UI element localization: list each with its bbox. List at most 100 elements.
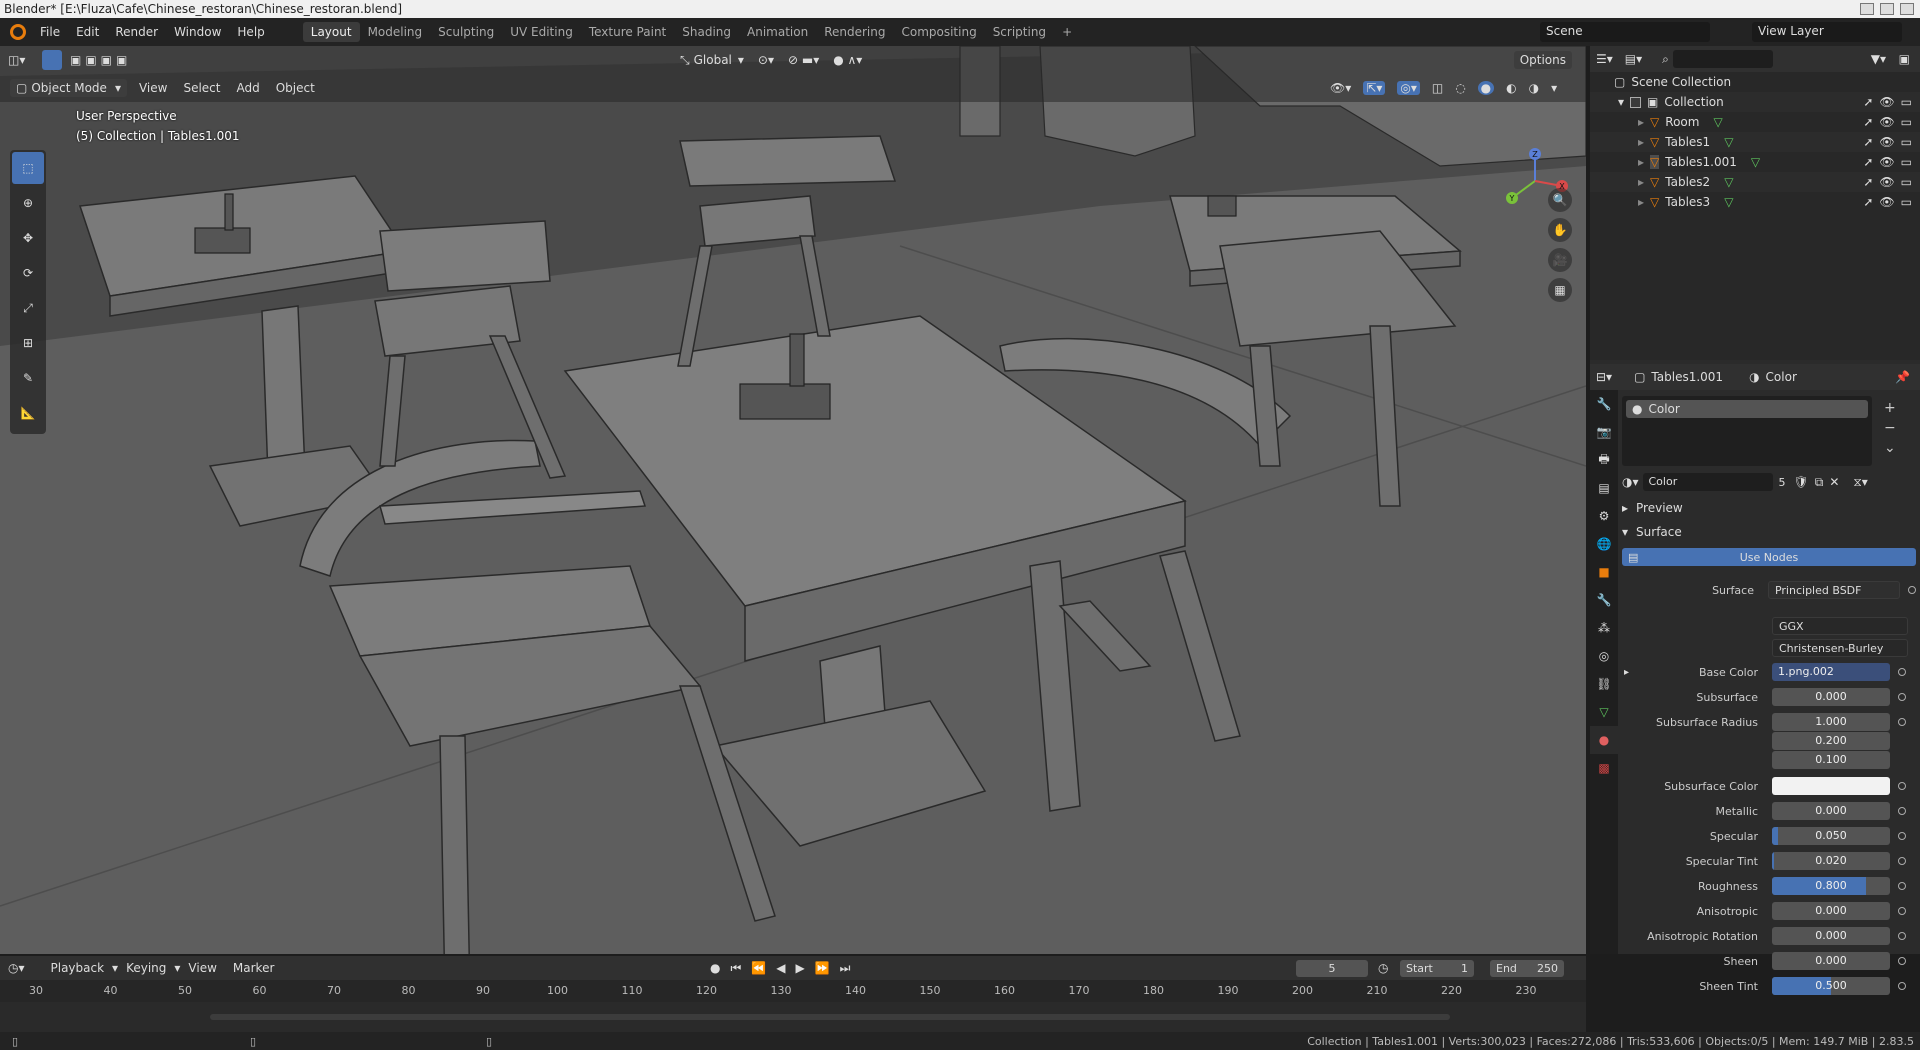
socket-dot-icon[interactable]: [1898, 693, 1906, 701]
timeline-scrollbar[interactable]: [210, 1014, 1450, 1020]
texture-tab-icon[interactable]: ▩: [1590, 754, 1618, 782]
render-tab-icon[interactable]: 📷: [1590, 418, 1618, 446]
tool-tab-icon[interactable]: 🔧: [1590, 390, 1618, 418]
socket-dot-icon[interactable]: [1898, 807, 1906, 815]
blender-logo-icon[interactable]: [10, 24, 26, 40]
shader-value-field[interactable]: 0.020: [1772, 852, 1890, 870]
material-browse-icon[interactable]: ◑▾: [1622, 475, 1639, 489]
unlink-material-icon[interactable]: ✕: [1829, 475, 1839, 489]
shader-value-field[interactable]: 0.000: [1772, 902, 1890, 920]
play-icon[interactable]: ▶: [795, 961, 804, 976]
tab-uv-editing[interactable]: UV Editing: [502, 22, 581, 42]
expand-arrow-icon[interactable]: ▸: [1638, 195, 1644, 209]
3d-viewport[interactable]: ◫▾ ▣▣▣▣ ⤡ Global ▾ ⊙▾ ⊘ ▬▾ ● ∧▾ Options …: [0, 46, 1586, 954]
minimize-button[interactable]: [1860, 3, 1874, 15]
shader-value-field[interactable]: 1.000: [1772, 713, 1890, 731]
camera-icon[interactable]: ▭: [1901, 175, 1912, 189]
menu-file[interactable]: File: [32, 25, 68, 39]
preview-panel-header[interactable]: ▸ Preview: [1622, 498, 1683, 518]
use-nodes-button[interactable]: ▤ Use Nodes: [1622, 548, 1916, 566]
play-reverse-icon[interactable]: ◀: [776, 961, 785, 976]
menu-view[interactable]: View: [131, 81, 175, 95]
eye-icon[interactable]: 👁: [1879, 95, 1894, 109]
wireframe-shading-icon[interactable]: ◌: [1455, 81, 1465, 95]
annotate-tool-icon[interactable]: ✎: [12, 362, 44, 394]
material-tab-icon[interactable]: ●: [1590, 726, 1618, 754]
filter-icon[interactable]: ▼▾: [1871, 52, 1886, 66]
select-arrow-icon[interactable]: ➚: [1863, 155, 1873, 169]
rotate-tool-icon[interactable]: ⟳: [12, 257, 44, 289]
socket-dot-icon[interactable]: [1898, 882, 1906, 890]
view-layer-tab-icon[interactable]: ▤: [1590, 474, 1618, 502]
selection-mode-icons[interactable]: ▣▣▣▣: [70, 53, 131, 67]
eye-icon[interactable]: 👁: [1879, 135, 1894, 149]
outliner-item-tables2[interactable]: ▸ ▽ Tables2 ▽ ➚ 👁 ▭: [1590, 172, 1920, 192]
display-mode-icon[interactable]: ▤▾: [1625, 52, 1642, 66]
menu-marker[interactable]: Marker: [225, 961, 282, 975]
eye-icon[interactable]: 👁: [1879, 115, 1894, 129]
camera-view-icon[interactable]: 🎥: [1548, 248, 1572, 272]
menu-select[interactable]: Select: [175, 81, 228, 95]
socket-dot-icon[interactable]: [1898, 668, 1906, 676]
outliner-item-room[interactable]: ▸ ▽ Room ▽ ➚ 👁 ▭: [1590, 112, 1920, 132]
editor-type-icon[interactable]: ◫▾: [8, 53, 34, 67]
transform-orientation-dropdown[interactable]: Global: [694, 53, 732, 67]
mode-dropdown[interactable]: ▢ Object Mode ▾: [10, 79, 127, 97]
duplicate-material-icon[interactable]: ⧉: [1815, 475, 1824, 490]
clock-icon[interactable]: ◷: [1378, 961, 1388, 975]
shader-value-field[interactable]: 0.100: [1772, 751, 1890, 769]
shader-value-field[interactable]: 0.000: [1772, 927, 1890, 945]
view-layer-selector[interactable]: View Layer: [1752, 22, 1902, 42]
gizmo-icon[interactable]: ⇱▾: [1363, 81, 1386, 95]
expand-arrow-icon[interactable]: ▸: [1638, 115, 1644, 129]
world-tab-icon[interactable]: 🌐: [1590, 530, 1618, 558]
menu-keying[interactable]: Keying: [118, 961, 174, 975]
menu-object[interactable]: Object: [268, 81, 323, 95]
node-link-icon[interactable]: ⧖▾: [1853, 475, 1867, 490]
socket-dot-icon[interactable]: [1898, 907, 1906, 915]
physics-tab-icon[interactable]: ◎: [1590, 642, 1618, 670]
shader-value-field[interactable]: 0.000: [1772, 688, 1890, 706]
next-keyframe-icon[interactable]: ⏩: [815, 961, 830, 976]
tab-rendering[interactable]: Rendering: [816, 22, 893, 42]
options-button[interactable]: Options: [1513, 51, 1572, 69]
menu-timeline-view[interactable]: View: [180, 961, 224, 975]
socket-dot-icon[interactable]: [1898, 932, 1906, 940]
socket-dot-icon[interactable]: [1898, 957, 1906, 965]
shading-options-icon[interactable]: ▾: [1551, 81, 1557, 95]
menu-help[interactable]: Help: [229, 25, 272, 39]
material-users-count[interactable]: 5: [1779, 476, 1786, 489]
tab-compositing[interactable]: Compositing: [893, 22, 984, 42]
shader-value-field[interactable]: 0.050: [1772, 827, 1890, 845]
shader-value-field[interactable]: 0.200: [1772, 732, 1890, 750]
camera-icon[interactable]: ▭: [1901, 95, 1912, 109]
maximize-button[interactable]: [1880, 3, 1894, 15]
subsurface-color-swatch[interactable]: [1772, 777, 1890, 795]
material-name-field[interactable]: Color: [1642, 473, 1773, 491]
start-frame-field[interactable]: Start 1: [1400, 959, 1474, 977]
record-icon[interactable]: ●: [710, 961, 720, 976]
scale-tool-icon[interactable]: ⤢: [12, 292, 44, 324]
tab-scripting[interactable]: Scripting: [985, 22, 1054, 42]
select-tool-icon[interactable]: ⬚: [12, 152, 44, 184]
add-workspace-button[interactable]: +: [1054, 22, 1080, 42]
expand-arrow-icon[interactable]: ▸: [1638, 175, 1644, 189]
particles-tab-icon[interactable]: ⁂: [1590, 614, 1618, 642]
remove-slot-icon[interactable]: −: [1884, 418, 1896, 438]
proportional-edit-icon[interactable]: ● ∧▾: [833, 53, 862, 67]
constraints-tab-icon[interactable]: ⛓: [1590, 670, 1618, 698]
shader-value-field[interactable]: 0.000: [1772, 802, 1890, 820]
close-window-button[interactable]: [1900, 3, 1914, 15]
socket-dot-icon[interactable]: [1898, 857, 1906, 865]
menu-edit[interactable]: Edit: [68, 25, 107, 39]
outliner-collection[interactable]: ▾ ▣ Collection ➚ 👁 ▭: [1590, 92, 1920, 112]
snap-icon[interactable]: ⊘ ▬▾: [788, 53, 819, 67]
scene-selector[interactable]: Scene: [1540, 22, 1710, 42]
select-arrow-icon[interactable]: ➚: [1863, 195, 1873, 209]
select-arrow-icon[interactable]: ➚: [1863, 95, 1873, 109]
eye-icon[interactable]: 👁: [1879, 195, 1894, 209]
socket-dot-icon[interactable]: [1908, 586, 1916, 594]
socket-dot-icon[interactable]: [1898, 782, 1906, 790]
properties-editor-icon[interactable]: ⊟▾: [1596, 370, 1612, 384]
jump-start-icon[interactable]: ⏮: [730, 961, 741, 976]
